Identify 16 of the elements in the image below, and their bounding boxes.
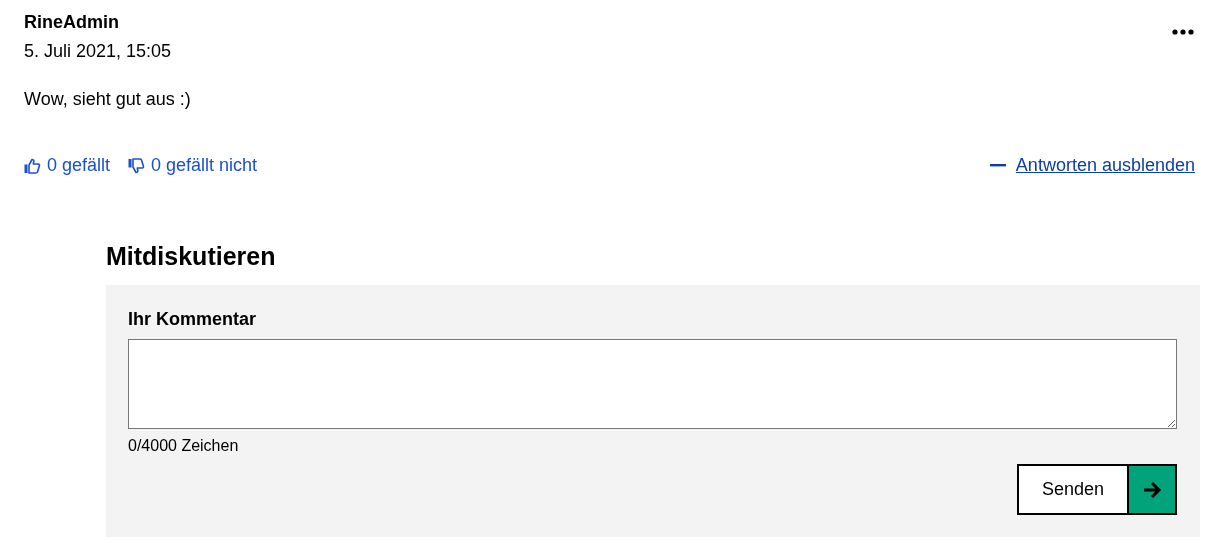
field-label: Ihr Kommentar (128, 309, 258, 330)
more-options-icon[interactable] (1172, 29, 1194, 35)
like-button[interactable]: 0 gefällt (24, 155, 111, 176)
author-name: RineAdmin (24, 12, 120, 33)
hide-replies-link[interactable]: Antworten ausblenden (989, 155, 1195, 176)
comment-input-field[interactable] (128, 339, 1177, 429)
character-counter: 0/4000 Zeichen (128, 437, 240, 455)
minus-icon (989, 164, 1006, 167)
thumbs-down-icon (128, 157, 146, 174)
arrow-right-icon (1142, 480, 1162, 499)
comment-date: 5. Juli 2021, 15:05 (24, 41, 172, 62)
dislike-button[interactable]: 0 gefällt nicht (128, 155, 258, 176)
comment-text: Wow, sieht gut aus :) (24, 89, 192, 110)
thumbs-up-icon (24, 157, 41, 174)
send-button[interactable]: Senden (1017, 464, 1177, 515)
section-heading: Mitdiskutieren (106, 242, 277, 271)
